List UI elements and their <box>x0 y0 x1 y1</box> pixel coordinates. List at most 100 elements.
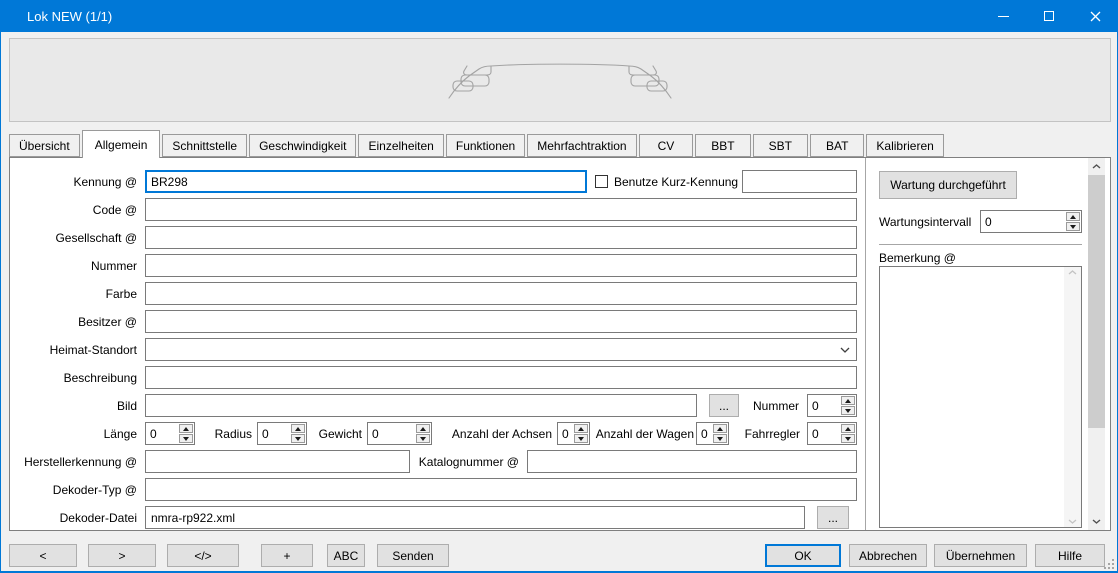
tab-kalibrieren[interactable]: Kalibrieren <box>866 134 943 157</box>
maximize-button[interactable] <box>1026 0 1072 32</box>
herstellerkennung-label: Herstellerkennung @ <box>10 455 137 469</box>
tab-geschwindigkeit[interactable]: Geschwindigkeit <box>249 134 356 157</box>
fahrregler-stepper[interactable] <box>807 422 857 445</box>
code-view-button[interactable]: </> <box>167 544 239 567</box>
beschreibung-input[interactable] <box>145 366 857 389</box>
code-input[interactable] <box>145 198 857 221</box>
scrollbar-thumb[interactable] <box>1088 175 1105 428</box>
hilfe-button[interactable]: Hilfe <box>1035 544 1105 567</box>
uebernehmen-button[interactable]: Übernehmen <box>934 544 1027 567</box>
minimize-button[interactable] <box>980 0 1026 32</box>
abbrechen-button[interactable]: Abbrechen <box>849 544 927 567</box>
fahrregler-input[interactable] <box>808 423 840 444</box>
wartungsintervall-input[interactable] <box>981 211 1065 232</box>
spinner-down-button[interactable] <box>416 434 430 443</box>
radius-input[interactable] <box>258 423 290 444</box>
spinner-up-button[interactable] <box>1066 212 1080 221</box>
add-button[interactable]: + <box>261 544 313 567</box>
footer-bar: < > </> + ABC Senden OK Abbrechen Überne… <box>1 531 1117 571</box>
laenge-input[interactable] <box>146 423 178 444</box>
spinner-up-icon <box>183 427 189 431</box>
tab-bat[interactable]: BAT <box>810 134 864 157</box>
fahrregler-label: Fahrregler <box>729 427 800 441</box>
tab-funktionen[interactable]: Funktionen <box>446 134 525 157</box>
kurz-kennung-checkbox[interactable] <box>595 175 608 188</box>
spinner-up-button[interactable] <box>291 424 305 433</box>
bemerkung-scrollbar[interactable] <box>1064 267 1081 527</box>
spinner-up-button[interactable] <box>416 424 430 433</box>
achsen-label: Anzahl der Achsen <box>432 427 552 441</box>
spinner-down-icon <box>578 437 584 441</box>
besitzer-input[interactable] <box>145 310 857 333</box>
radius-stepper[interactable] <box>257 422 307 445</box>
laenge-stepper[interactable] <box>145 422 195 445</box>
bild-nummer-stepper[interactable] <box>807 394 857 417</box>
spinner-down-icon <box>845 437 851 441</box>
maintenance-separator <box>879 244 1082 245</box>
tab-sbt[interactable]: SBT <box>753 134 808 157</box>
spinner-down-button[interactable] <box>841 434 855 443</box>
prev-button[interactable]: < <box>9 544 77 567</box>
next-button[interactable]: > <box>88 544 156 567</box>
nummer-input[interactable] <box>145 254 857 277</box>
tab-bbt[interactable]: BBT <box>695 134 750 157</box>
maintenance-panel: Wartung durchgeführt Wartungsintervall B… <box>879 158 1082 530</box>
senden-button[interactable]: Senden <box>377 544 449 567</box>
spinner-down-button[interactable] <box>713 434 727 443</box>
spinner-up-button[interactable] <box>179 424 193 433</box>
spinner-up-icon <box>845 399 851 403</box>
bild-input[interactable] <box>145 394 697 417</box>
kennung-input[interactable] <box>145 170 587 193</box>
page-scrollbar[interactable] <box>1088 158 1105 530</box>
window-controls <box>980 0 1118 32</box>
heimat-standort-combobox[interactable] <box>145 338 857 361</box>
tab-cv[interactable]: CV <box>639 134 694 157</box>
scrollbar-up-button[interactable] <box>1088 158 1105 175</box>
spinner-down-button[interactable] <box>291 434 305 443</box>
tab-bar: Übersicht Allgemein Schnittstelle Geschw… <box>9 130 946 158</box>
wartung-durchgefuehrt-button[interactable]: Wartung durchgeführt <box>879 171 1017 199</box>
spinner-up-button[interactable] <box>574 424 588 433</box>
tab-mehrfachtraktion[interactable]: Mehrfachtraktion <box>527 134 636 157</box>
spinner-down-button[interactable] <box>574 434 588 443</box>
tab-einzelheiten[interactable]: Einzelheiten <box>358 134 443 157</box>
tab-schnittstelle[interactable]: Schnittstelle <box>162 134 247 157</box>
spinner-up-button[interactable] <box>713 424 727 433</box>
wartungsintervall-stepper[interactable] <box>980 210 1082 233</box>
achsen-input[interactable] <box>558 423 573 444</box>
minimize-icon <box>998 16 1009 17</box>
wagen-stepper[interactable] <box>696 422 729 445</box>
tab-allgemein[interactable]: Allgemein <box>82 130 161 158</box>
gewicht-input[interactable] <box>368 423 415 444</box>
achsen-stepper[interactable] <box>557 422 590 445</box>
heimat-standort-label: Heimat-Standort <box>10 343 137 357</box>
dekoder-typ-input[interactable] <box>145 478 857 501</box>
katalognummer-input[interactable] <box>527 450 857 473</box>
dekoder-typ-label: Dekoder-Typ @ <box>10 483 137 497</box>
spinner-down-button[interactable] <box>841 406 855 415</box>
tab-uebersicht[interactable]: Übersicht <box>9 134 80 157</box>
farbe-input[interactable] <box>145 282 857 305</box>
spinner-down-button[interactable] <box>179 434 193 443</box>
spinner-down-button[interactable] <box>1066 222 1080 231</box>
beschreibung-label: Beschreibung <box>10 371 137 385</box>
dekoder-datei-input[interactable] <box>145 506 805 529</box>
wagen-input[interactable] <box>697 423 712 444</box>
bild-nummer-label: Nummer <box>747 399 799 413</box>
kurz-kennung-input[interactable] <box>742 170 857 193</box>
close-button[interactable] <box>1072 0 1118 32</box>
scrollbar-down-button[interactable] <box>1088 513 1105 530</box>
bemerkung-textarea[interactable] <box>880 267 1064 527</box>
spinner-up-icon <box>845 427 851 431</box>
abc-button[interactable]: ABC <box>327 544 365 567</box>
dekoder-datei-browse-button[interactable]: ... <box>817 506 849 529</box>
spinner-up-button[interactable] <box>841 396 855 405</box>
bild-nummer-input[interactable] <box>808 395 840 416</box>
herstellerkennung-input[interactable] <box>145 450 410 473</box>
gewicht-stepper[interactable] <box>367 422 432 445</box>
gesellschaft-input[interactable] <box>145 226 857 249</box>
bild-browse-button[interactable]: ... <box>709 394 739 417</box>
resize-grip[interactable] <box>1103 558 1114 569</box>
spinner-up-button[interactable] <box>841 424 855 433</box>
ok-button[interactable]: OK <box>765 544 841 567</box>
